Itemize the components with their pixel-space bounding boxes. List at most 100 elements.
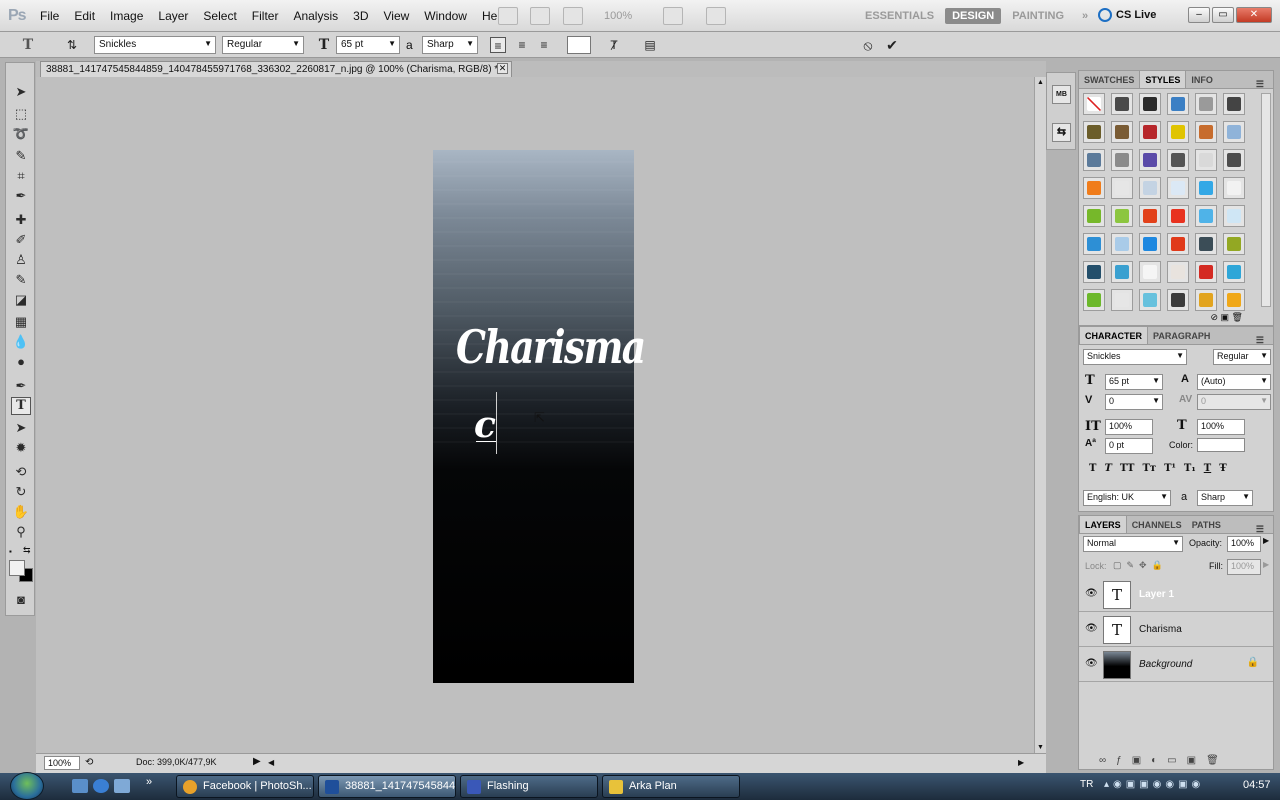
style-swatch[interactable] <box>1167 121 1189 143</box>
panel-menu-icon[interactable]: ☰ <box>1251 520 1269 537</box>
maximize-button[interactable]: ▭ <box>1212 7 1234 23</box>
view-extras-icon[interactable] <box>563 7 583 25</box>
toggle-text-orientation-icon[interactable]: ⇅ <box>64 37 80 53</box>
eyedropper-tool-icon[interactable]: ✒ <box>11 187 31 205</box>
clone-stamp-tool-icon[interactable]: ♙ <box>11 251 31 269</box>
brush-tool-icon[interactable]: ✐ <box>11 231 31 249</box>
minimize-button[interactable]: – <box>1188 7 1210 23</box>
layer-row-layer1[interactable]: 👁 T Layer 1 <box>1079 578 1273 612</box>
zoom-tool-icon[interactable]: ⚲ <box>11 523 31 541</box>
taskbar-item-photoshop[interactable]: 38881_141747545844... <box>318 775 456 798</box>
small-caps-button[interactable]: Tт <box>1142 463 1156 474</box>
scroll-down-icon[interactable]: ▼ <box>1037 744 1044 751</box>
style-swatch-none[interactable] <box>1083 93 1105 115</box>
zoom-level-dropdown[interactable]: 100% <box>604 10 632 22</box>
panel-menu-icon[interactable]: ☰ <box>1251 75 1269 92</box>
custom-shape-tool-icon[interactable]: ✹ <box>11 439 31 457</box>
blend-mode-dropdown[interactable]: Normal ▼ <box>1083 536 1183 552</box>
font-family-dropdown[interactable]: Snickles ▼ <box>94 36 216 54</box>
swap-colors-icon[interactable]: ⇆ <box>23 545 31 556</box>
style-swatch[interactable] <box>1139 289 1161 311</box>
3d-rotate-tool-icon[interactable]: ⟲ <box>11 463 31 481</box>
char-font-size-dropdown[interactable]: 65 pt ▼ <box>1105 374 1163 390</box>
style-swatch[interactable] <box>1223 205 1245 227</box>
style-swatch[interactable] <box>1139 177 1161 199</box>
style-swatch[interactable] <box>1195 177 1217 199</box>
layer-name[interactable]: Charisma <box>1139 624 1182 635</box>
canvas-text-typing[interactable]: c <box>474 404 496 446</box>
style-swatch[interactable] <box>1223 261 1245 283</box>
layers-footer-icons[interactable]: ∞ƒ▣◐▭▣🗑 <box>1099 755 1229 766</box>
quick-selection-tool-icon[interactable]: ✎ <box>11 147 31 165</box>
menu-analysis[interactable]: Analysis <box>293 9 338 23</box>
style-swatch[interactable] <box>1111 205 1133 227</box>
menu-image[interactable]: Image <box>110 9 143 23</box>
mini-bridge-panel-icon[interactable]: MB <box>1052 85 1071 104</box>
menu-window[interactable]: Window <box>424 9 467 23</box>
char-font-style-dropdown[interactable]: Regular ▼ <box>1213 349 1271 365</box>
char-horizontal-scale-field[interactable]: 100% <box>1197 419 1245 435</box>
internet-explorer-icon[interactable] <box>93 779 109 793</box>
style-swatch[interactable] <box>1195 289 1217 311</box>
status-menu-arrow-icon[interactable]: ▶ <box>253 756 261 767</box>
dodge-tool-icon[interactable]: ● <box>11 353 31 371</box>
taskbar-item-flashing[interactable]: Flashing <box>460 775 598 798</box>
new-style-icon[interactable]: ⊘ ▣ 🗑 <box>1211 312 1243 323</box>
foreground-color-swatch[interactable] <box>9 560 25 576</box>
tab-swatches[interactable]: SWATCHES <box>1079 71 1139 88</box>
style-swatch[interactable] <box>1223 233 1245 255</box>
style-swatch[interactable] <box>1111 177 1133 199</box>
screen-mode-icon[interactable] <box>706 7 726 25</box>
style-swatch[interactable] <box>1223 289 1245 311</box>
style-swatch[interactable] <box>1167 177 1189 199</box>
style-swatch[interactable] <box>1195 93 1217 115</box>
zoom-field[interactable]: 100% <box>44 756 80 770</box>
scroll-right-icon[interactable]: ▶ <box>1018 758 1024 767</box>
gradient-tool-icon[interactable]: ▦ <box>11 313 31 331</box>
menu-select[interactable]: Select <box>203 9 236 23</box>
menu-edit[interactable]: Edit <box>74 9 95 23</box>
char-kerning-dropdown[interactable]: 0 ▼ <box>1105 394 1163 410</box>
style-swatch[interactable] <box>1111 261 1133 283</box>
layer-name[interactable]: Background <box>1139 659 1192 670</box>
menu-file[interactable]: File <box>40 9 59 23</box>
scroll-left-icon[interactable]: ◀ <box>268 758 274 767</box>
style-swatch[interactable] <box>1083 261 1105 283</box>
warp-text-icon[interactable]: Ⱦ <box>606 37 622 53</box>
taskbar-item-arka-plan[interactable]: Arka Plan <box>602 775 740 798</box>
style-swatch[interactable] <box>1083 121 1105 143</box>
style-swatch[interactable] <box>1195 233 1217 255</box>
type-tool-preset-icon[interactable]: T <box>20 37 36 53</box>
opacity-field[interactable]: 100% <box>1227 536 1261 552</box>
marquee-tool-icon[interactable]: ⬚ <box>11 105 31 123</box>
close-document-icon[interactable]: ✕ <box>497 63 508 74</box>
workspace-painting[interactable]: PAINTING <box>1005 8 1071 24</box>
default-colors-icon[interactable]: ▪ <box>9 547 12 556</box>
style-swatch[interactable] <box>1083 177 1105 199</box>
workspace-design[interactable]: DESIGN <box>945 8 1002 24</box>
document-tab[interactable]: 38881_141747545844859_140478455971768_33… <box>40 61 512 77</box>
style-swatch[interactable] <box>1083 149 1105 171</box>
faux-bold-button[interactable]: T <box>1089 463 1096 474</box>
style-swatch[interactable] <box>1167 233 1189 255</box>
status-info-icon[interactable]: ⟲ <box>85 757 93 768</box>
canvas-text-charisma[interactable]: Charisma <box>456 320 646 374</box>
char-baseline-shift-field[interactable]: 0 pt <box>1105 438 1153 454</box>
style-swatch[interactable] <box>1223 149 1245 171</box>
commit-edits-icon[interactable]: ✔ <box>884 37 900 53</box>
all-caps-button[interactable]: TT <box>1120 463 1135 474</box>
tab-layers[interactable]: LAYERS <box>1079 516 1127 533</box>
style-swatch[interactable] <box>1083 205 1105 227</box>
path-selection-tool-icon[interactable]: ➤ <box>11 419 31 437</box>
style-swatch[interactable] <box>1195 205 1217 227</box>
3d-orbit-tool-icon[interactable]: ↻ <box>11 483 31 501</box>
style-swatch[interactable] <box>1083 233 1105 255</box>
tab-info[interactable]: INFO <box>1186 71 1218 88</box>
layer-row-charisma[interactable]: 👁 T Charisma <box>1079 613 1273 647</box>
style-swatch[interactable] <box>1195 149 1217 171</box>
layer-row-background[interactable]: 👁 Background 🔒 <box>1079 648 1273 682</box>
style-swatch[interactable] <box>1111 121 1133 143</box>
pen-tool-icon[interactable]: ✒ <box>11 377 31 395</box>
styles-scrollbar[interactable] <box>1261 93 1271 307</box>
history-panel-icon[interactable]: ⇆ <box>1052 123 1071 142</box>
